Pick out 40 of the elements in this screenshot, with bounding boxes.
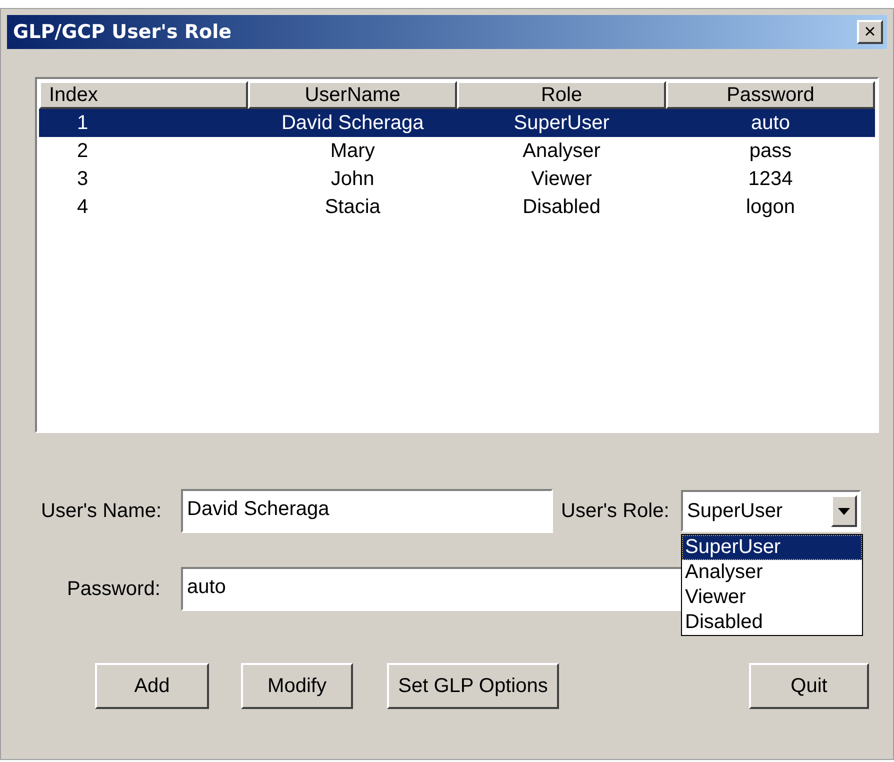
role-label: User's Role:: [561, 499, 670, 524]
table-row[interactable]: 2 Mary Analyser pass: [39, 137, 875, 165]
table-cell-text: John: [330, 167, 376, 192]
table-cell-text: Viewer: [530, 167, 593, 192]
column-header[interactable]: Role: [457, 81, 666, 109]
table-cell-text: 1234: [747, 167, 794, 192]
dialog-button[interactable]: Quit: [749, 663, 869, 709]
dropdown-option[interactable]: SuperUser: [682, 535, 862, 560]
column-header[interactable]: Index: [39, 81, 248, 109]
table-cell-text: 1: [76, 111, 90, 136]
name-field[interactable]: David Scheraga: [181, 489, 553, 533]
dialog-button[interactable]: Modify: [241, 663, 353, 709]
table-cell-text: Mary: [329, 139, 376, 164]
table-cell-text: 3: [76, 167, 90, 192]
password-field[interactable]: auto: [181, 567, 683, 611]
table-cell-text: 4: [76, 195, 90, 220]
dialog-button[interactable]: Set GLP Options: [387, 663, 559, 709]
table-cell-text: pass: [748, 139, 793, 164]
role-dropdown[interactable]: SuperUser: [681, 490, 861, 532]
column-header[interactable]: Password: [666, 81, 875, 109]
table-cell-text: 2: [76, 139, 90, 164]
table-row[interactable]: 1 David Scheraga SuperUser auto: [39, 109, 875, 137]
close-button[interactable]: ×: [857, 20, 883, 44]
table-cell-text: SuperUser: [512, 111, 610, 136]
window-title: GLP/GCP User's Role: [13, 20, 232, 45]
table-cell-text: logon: [745, 195, 796, 220]
column-header[interactable]: UserName: [248, 81, 458, 109]
dropdown-option[interactable]: Viewer: [682, 585, 862, 610]
table-cell-text: Analyser: [522, 139, 602, 164]
table-row[interactable]: 3 John Viewer 1234: [39, 165, 875, 193]
table-row[interactable]: 4 Stacia Disabled logon: [39, 193, 875, 221]
table-cell-text: Disabled: [522, 195, 602, 220]
password-label: Password:: [67, 577, 162, 602]
dropdown-option[interactable]: Analyser: [682, 560, 862, 585]
table-cell-text: auto: [750, 111, 791, 136]
dropdown-option[interactable]: Disabled: [682, 610, 862, 635]
dialog-button[interactable]: Add: [95, 663, 209, 709]
name-label: User's Name:: [41, 499, 163, 524]
table-cell-text: Stacia: [324, 195, 382, 220]
table-cell-text: David Scheraga: [280, 111, 425, 136]
